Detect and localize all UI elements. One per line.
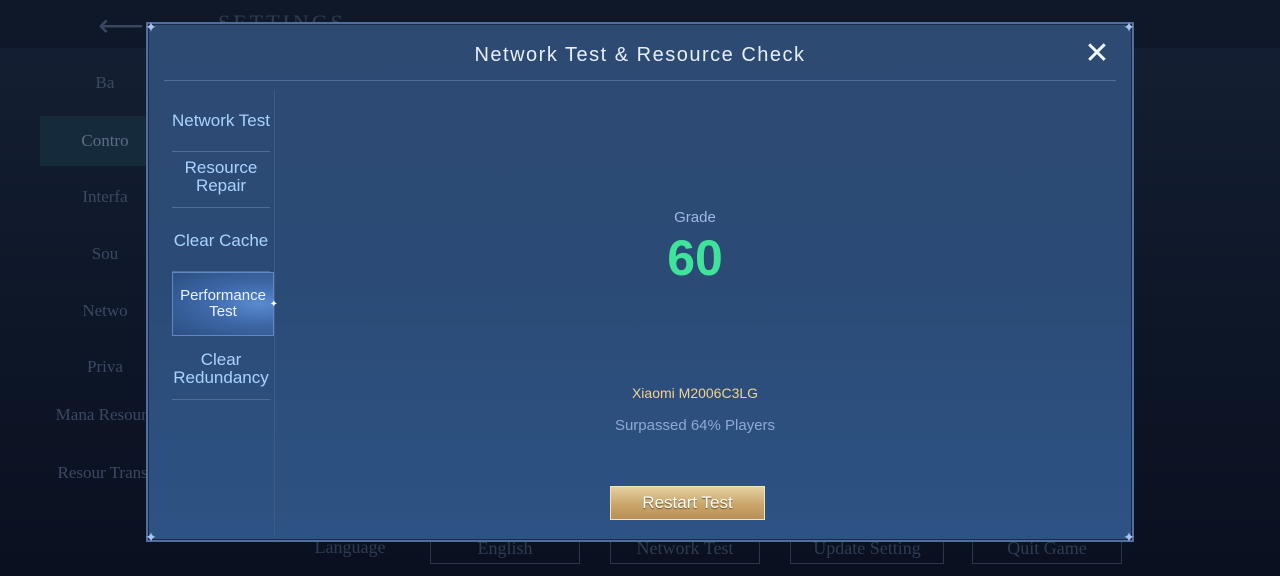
corner-ornament-icon: ✦ [1123,19,1135,35]
surpassed-players-text: Surpassed 64% Players [614,417,776,434]
nav-item-label: Clear Redundancy [173,349,269,387]
background-sidebar: Ba Contro Interfa Sou Netwo Priva Mana R… [40,60,170,540]
back-arrow-icon: ⟵ [98,7,144,43]
title-divider [164,80,1116,81]
nav-item-label: Performance Test [180,287,266,320]
nav-item-label: Clear Cache [173,230,269,250]
performance-result-panel: Grade 60 Xiaomi M2006C3LG Surpassed 64% … [274,90,1116,538]
network-test-dialog: ✦ ✦ ✦ ✦ Network Test & Resource Check ✕ … [145,19,1135,545]
nav-item-label: Network Test [172,110,270,130]
nav-item-label: Resource Repair [184,157,258,195]
corner-ornament-icon: ✦ [145,19,157,35]
nav-item-clear-cache[interactable]: Clear Cache [172,210,270,272]
dialog-title: Network Test & Resource Check [474,44,806,66]
corner-ornament-icon: ✦ [1123,529,1135,545]
device-model: Xiaomi M2006C3LG [631,385,759,401]
close-icon[interactable]: ✕ [1082,39,1112,70]
dialog-nav: Network Test Resource Repair Clear Cache… [168,90,278,538]
nav-item-resource-repair[interactable]: Resource Repair [172,146,270,208]
grade-value: 60 [667,230,723,286]
nav-item-performance-test[interactable]: Performance Test ✦ [172,272,278,336]
grade-label: Grade [674,209,716,226]
nav-item-clear-redundancy[interactable]: Clear Redundancy [172,338,270,400]
restart-test-button[interactable]: Restart Test [610,486,765,520]
nav-item-network-test[interactable]: Network Test [172,90,270,152]
corner-ornament-icon: ✦ [145,529,157,545]
